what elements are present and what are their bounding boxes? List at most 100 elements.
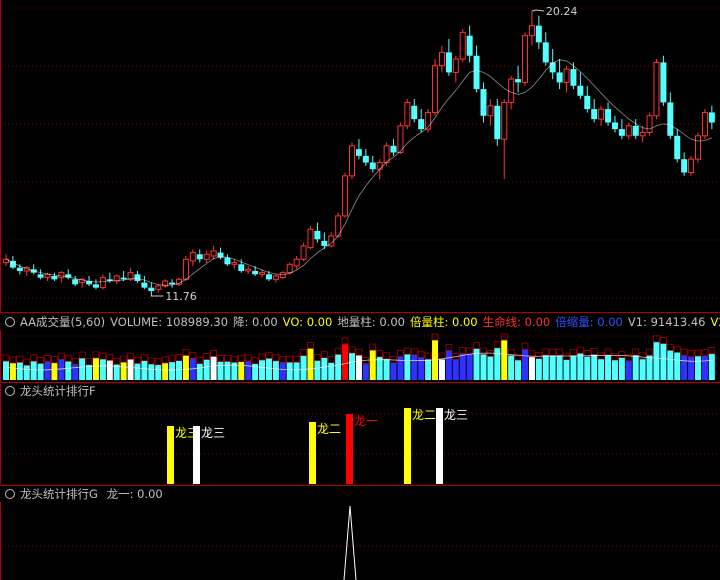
volume-outline-bar <box>618 351 626 358</box>
volume-indicator-4: 倍量柱: 0.00 <box>409 315 478 329</box>
volume-bar <box>708 353 715 380</box>
volume-outline-bar <box>327 356 335 363</box>
volume-bar <box>321 357 328 380</box>
candle-body <box>501 101 508 140</box>
candle <box>404 99 411 130</box>
volume-bar <box>259 359 266 380</box>
volume-outline-bar <box>147 357 155 365</box>
candle-body <box>355 149 362 156</box>
candle <box>563 65 570 93</box>
candle <box>79 277 86 288</box>
volume-outline-bar <box>134 356 141 364</box>
panel-g-title: 龙头统计排行G <box>20 487 98 501</box>
volume-bar <box>404 354 411 380</box>
candle-body <box>141 282 148 288</box>
volume-bar <box>376 356 383 380</box>
volume-bar <box>577 353 584 380</box>
volume-outline-bar <box>535 352 543 359</box>
volume-outline-bar <box>78 351 86 359</box>
candle <box>584 85 591 113</box>
ranking-bar-label: 龙三 <box>201 426 225 440</box>
volume-bar <box>695 355 701 380</box>
volume-chart[interactable] <box>0 330 720 382</box>
volume-bar <box>591 354 598 380</box>
volume-outline-bar <box>383 352 391 360</box>
volume-outline-bar <box>230 355 238 363</box>
candle-body <box>508 78 515 103</box>
volume-outline-bar <box>51 356 58 364</box>
volume-outline-bar <box>701 349 709 356</box>
volume-bar <box>355 355 362 380</box>
candle-body <box>611 122 618 130</box>
volume-bar <box>127 359 134 380</box>
volume-outline-bar <box>334 347 342 355</box>
ranking-f-chart[interactable]: 龙三 龙三 龙二龙一 龙二 龙三 <box>0 384 720 484</box>
settings-icon[interactable] <box>5 489 15 499</box>
candle <box>390 139 397 156</box>
candle <box>681 152 688 176</box>
candle <box>30 264 37 275</box>
candle <box>487 99 494 126</box>
candle <box>355 139 362 160</box>
candle-body <box>535 25 542 43</box>
volume-bar <box>162 362 169 380</box>
volume-outline-bar <box>64 354 72 362</box>
candlestick-chart[interactable]: 20.24 11.76 <box>0 0 720 312</box>
candle <box>501 99 508 180</box>
candle <box>182 255 189 281</box>
volume-bar <box>203 359 210 380</box>
candle <box>674 129 681 163</box>
volume-bar <box>701 355 708 380</box>
candle <box>300 242 307 261</box>
candle <box>708 105 715 130</box>
low-pointer <box>150 294 164 297</box>
ranking-g-chart[interactable] <box>0 502 720 580</box>
candle <box>245 265 252 275</box>
candle-body <box>487 105 494 117</box>
volume-bar <box>611 359 618 380</box>
ranking-bar <box>193 426 200 484</box>
volume-outline-bar <box>57 352 65 360</box>
candle <box>362 149 369 166</box>
candle <box>141 275 148 290</box>
volume-outline-bar <box>597 352 605 360</box>
candle <box>231 259 238 270</box>
candle <box>37 269 44 280</box>
volume-bar <box>660 343 667 380</box>
volume-bar <box>238 361 245 380</box>
volume-bar <box>369 350 376 380</box>
moving-average-line <box>5 59 712 286</box>
candle <box>618 119 625 140</box>
stock-chart-window[interactable]: 20.24 11.76 AA成交量(5,60) VOLUME: 108989.30 降… <box>0 0 720 580</box>
volume-outline-bar <box>410 348 418 356</box>
volume-outline-bar <box>424 352 432 360</box>
volume-outline-bar <box>604 348 612 356</box>
candle <box>480 82 487 123</box>
volume-outline-bar <box>224 354 231 362</box>
ranking-bar <box>167 426 174 484</box>
ranking-bar <box>436 408 443 484</box>
volume-bar <box>681 355 688 380</box>
volume-bar <box>272 360 279 380</box>
volume-bar <box>528 356 535 380</box>
candle-body <box>432 65 439 113</box>
candle <box>591 99 598 123</box>
volume-bar <box>58 359 65 380</box>
panel-divider <box>0 312 720 313</box>
volume-panel-title: AA成交量(5,60) <box>20 315 106 329</box>
candle <box>625 122 632 140</box>
candle-body <box>653 61 660 117</box>
settings-icon[interactable] <box>5 317 15 327</box>
volume-outline-bar <box>666 343 674 351</box>
volume-outline-bar <box>563 353 570 361</box>
volume-outline-bar <box>611 353 619 361</box>
volume-outline-bar <box>23 358 31 366</box>
candle-body <box>189 252 196 262</box>
candle <box>279 270 286 280</box>
volume-bar <box>459 353 466 380</box>
candle <box>598 105 605 126</box>
volume-outline-bar <box>113 357 121 365</box>
volume-outline-bar <box>2 354 10 362</box>
volume-bar <box>65 361 72 380</box>
candle <box>459 29 466 63</box>
